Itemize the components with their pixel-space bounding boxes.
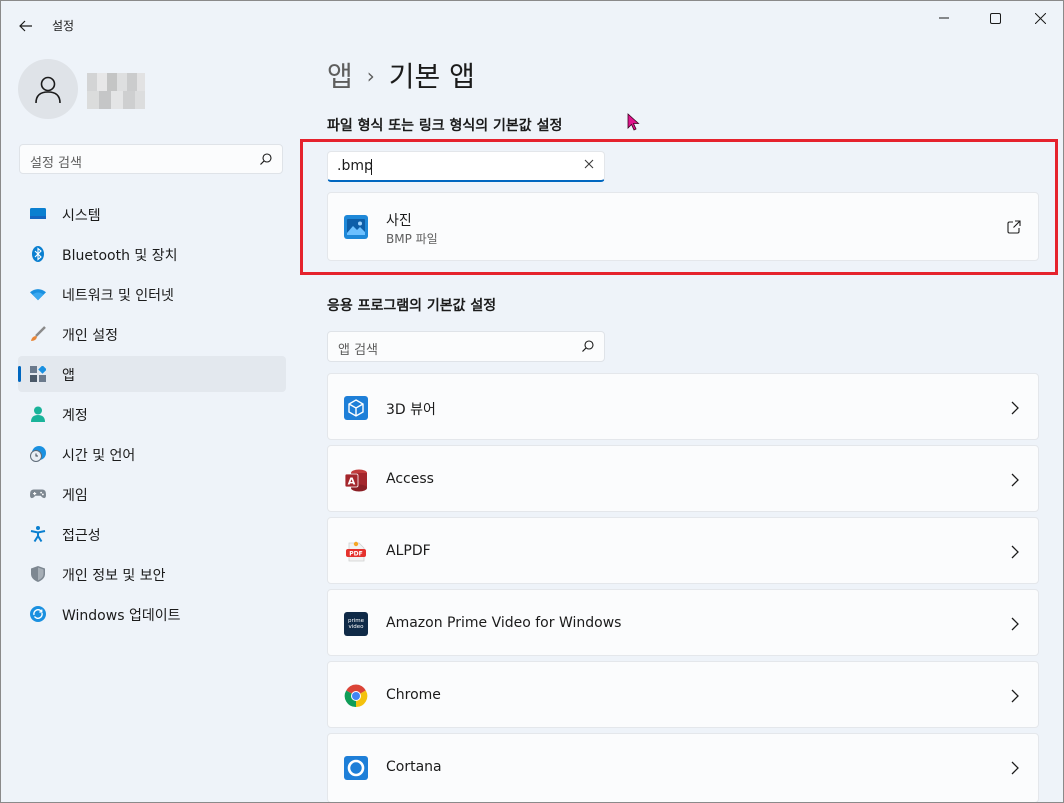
app-search-input[interactable]: 앱 검색: [327, 331, 605, 362]
sidebar-item-label: 접근성: [62, 528, 101, 544]
wifi-icon: [30, 286, 46, 302]
user-name-redacted: [87, 73, 145, 109]
sidebar-item-gaming[interactable]: 게임: [18, 476, 286, 512]
chrome-icon: [344, 684, 368, 708]
sidebar-item-bluetooth[interactable]: Bluetooth 및 장치: [18, 236, 286, 272]
minimize-button[interactable]: [921, 7, 967, 29]
back-arrow-icon: [19, 20, 32, 32]
sidebar-item-personalization[interactable]: 개인 설정: [18, 316, 286, 352]
person-icon: [30, 406, 46, 422]
breadcrumb: 앱 › 기본 앱: [327, 55, 475, 95]
mouse-cursor-icon: [627, 113, 640, 131]
sidebar-item-label: 네트워크 및 인터넷: [62, 288, 174, 304]
sidebar-item-label: 개인 설정: [62, 328, 118, 344]
sidebar-item-label: 시스템: [62, 208, 101, 224]
filetype-section-title: 파일 형식 또는 링크 형식의 기본값 설정: [327, 118, 563, 134]
filetype-search-input[interactable]: .bmp: [327, 151, 605, 182]
settings-search-placeholder: 설정 검색: [30, 156, 82, 171]
prime-video-icon: prime video: [344, 612, 368, 636]
page-title: 기본 앱: [388, 60, 475, 93]
sidebar-item-apps[interactable]: 앱: [18, 356, 286, 392]
chevron-right-icon: [1011, 401, 1019, 415]
settings-window: 설정 설정 검색 시스템 Bluetooth 및 장치 네트워크 및 인터넷 개…: [0, 0, 1064, 803]
sidebar-item-label: 게임: [62, 488, 88, 504]
clock-globe-icon: [30, 446, 46, 462]
brush-icon: [30, 326, 46, 342]
bluetooth-icon: [30, 246, 46, 262]
sidebar-item-accessibility[interactable]: 접근성: [18, 516, 286, 552]
sidebar-item-label: Windows 업데이트: [62, 608, 181, 624]
avatar[interactable]: [18, 59, 78, 119]
maximize-icon: [989, 12, 1001, 24]
access-icon: A: [344, 469, 367, 492]
settings-search-input[interactable]: 설정 검색: [19, 144, 283, 174]
sidebar-item-label: 시간 및 언어: [62, 448, 136, 464]
sidebar-item-label: 앱: [62, 368, 75, 384]
app-name: Chrome: [386, 687, 441, 703]
app-name: Cortana: [386, 759, 442, 775]
accessibility-icon: [30, 526, 46, 542]
chevron-right-icon: [1011, 617, 1019, 631]
sidebar-item-time-language[interactable]: 시간 및 언어: [18, 436, 286, 472]
sidebar-item-label: 계정: [62, 408, 88, 424]
window-title: 설정: [52, 19, 75, 33]
chevron-right-icon: [1011, 689, 1019, 703]
sidebar-item-label: Bluetooth 및 장치: [62, 248, 178, 264]
sidebar-item-network[interactable]: 네트워크 및 인터넷: [18, 276, 286, 312]
apps-icon: [30, 366, 46, 382]
app-name: ALPDF: [386, 543, 431, 559]
app-row-access[interactable]: A Access: [327, 445, 1039, 512]
chevron-right-icon: [1011, 761, 1019, 775]
file-type-description: BMP 파일: [386, 232, 438, 246]
monitor-icon: [30, 206, 46, 222]
alpdf-icon: PDF: [346, 541, 366, 562]
app-search-placeholder: 앱 검색: [338, 343, 379, 358]
shield-icon: [30, 566, 46, 582]
gamepad-icon: [30, 486, 46, 502]
filetype-search-value: .bmp: [337, 158, 373, 174]
app-name: 3D 뷰어: [386, 402, 436, 418]
filetype-default-app-card[interactable]: 사진 BMP 파일: [327, 192, 1039, 261]
chevron-right-icon: [1011, 473, 1019, 487]
app-row-chrome[interactable]: Chrome: [327, 661, 1039, 728]
chevron-right-icon: [1011, 545, 1019, 559]
sidebar-item-accounts[interactable]: 계정: [18, 396, 286, 432]
app-row-3d-viewer[interactable]: 3D 뷰어: [327, 373, 1039, 440]
svg-text:A: A: [348, 477, 356, 488]
3d-viewer-icon: [344, 396, 368, 420]
prime-video-icon-text: prime video: [347, 618, 365, 630]
sidebar-item-windows-update[interactable]: Windows 업데이트: [18, 596, 286, 632]
photos-icon: [344, 215, 368, 239]
svg-text:PDF: PDF: [349, 551, 362, 558]
app-row-prime-video[interactable]: prime video Amazon Prime Video for Windo…: [327, 589, 1039, 656]
default-app-name: 사진: [386, 213, 412, 229]
person-icon: [35, 76, 61, 104]
clear-icon[interactable]: [584, 159, 594, 169]
sidebar-item-privacy[interactable]: 개인 정보 및 보안: [18, 556, 286, 592]
sidebar-nav: 시스템 Bluetooth 및 장치 네트워크 및 인터넷 개인 설정 앱 계정…: [18, 196, 286, 636]
search-icon: [260, 153, 272, 165]
app-name: Access: [386, 471, 434, 487]
minimize-icon: [939, 17, 949, 19]
close-icon: [1034, 12, 1046, 24]
maximize-button[interactable]: [972, 7, 1018, 29]
app-row-cortana[interactable]: Cortana: [327, 733, 1039, 802]
sidebar-item-label: 개인 정보 및 보안: [62, 568, 166, 584]
breadcrumb-parent-link[interactable]: 앱: [327, 60, 353, 93]
app-name: Amazon Prime Video for Windows: [386, 615, 622, 631]
search-icon: [582, 340, 594, 352]
sidebar-item-system[interactable]: 시스템: [18, 196, 286, 232]
close-button[interactable]: [1017, 7, 1063, 29]
apps-section-title: 응용 프로그램의 기본값 설정: [327, 298, 497, 314]
back-button[interactable]: [13, 13, 39, 39]
breadcrumb-separator: ›: [366, 64, 375, 88]
external-link-icon[interactable]: [1007, 220, 1021, 234]
cortana-icon: [344, 756, 368, 780]
app-row-alpdf[interactable]: PDF ALPDF: [327, 517, 1039, 584]
title-bar: 설정: [1, 1, 1063, 49]
update-icon: [30, 606, 46, 622]
text-caret: [371, 159, 372, 175]
